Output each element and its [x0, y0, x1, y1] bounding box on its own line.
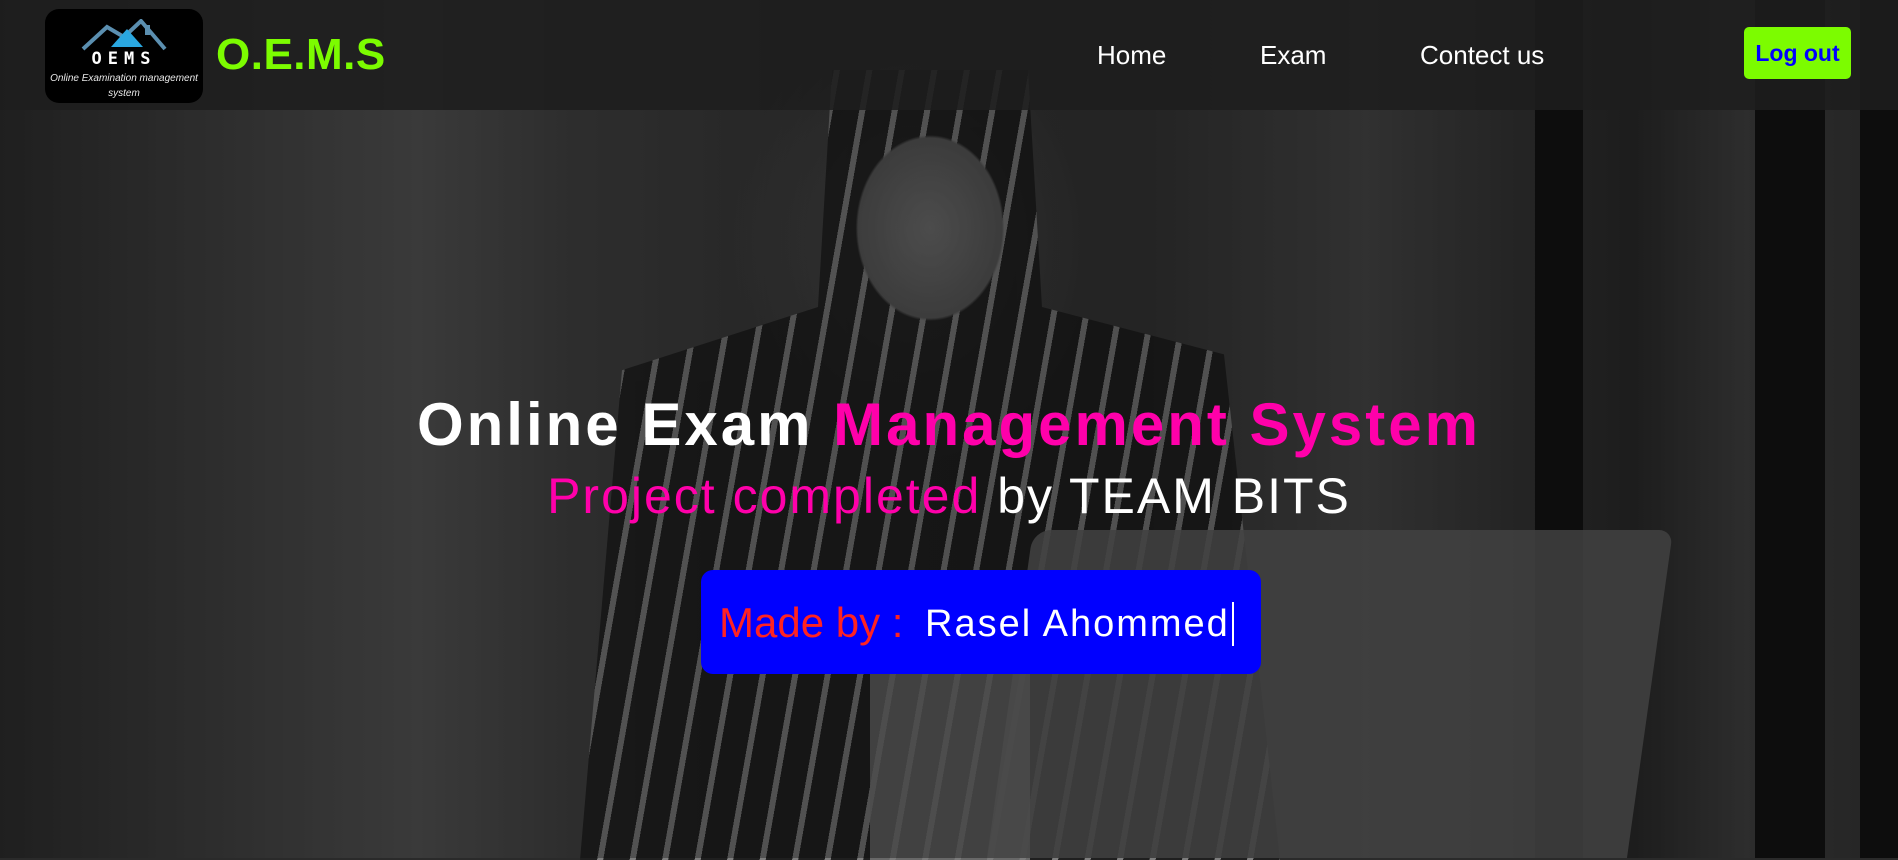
logo-abbreviation: OEMS	[91, 49, 157, 69]
hero-subtitle: Project completed by TEAM BITS	[0, 468, 1898, 524]
nav-exam-link[interactable]: Exam	[1260, 40, 1326, 70]
nav-home-link[interactable]: Home	[1097, 40, 1166, 70]
logo-subtitle: Online Examination management system	[50, 73, 198, 99]
hero-subtitle-part2: by TEAM BITS	[997, 468, 1351, 524]
hero-subtitle-part1: Project completed	[547, 468, 982, 524]
nav-contact-link[interactable]: Contect us	[1420, 40, 1544, 70]
made-by-label: Made by :	[719, 599, 904, 646]
hero-title: Online Exam Management System	[0, 390, 1898, 460]
hero-title-part2: Management System	[833, 391, 1481, 459]
top-navbar: OEMS Online Examination management syste…	[0, 0, 1898, 110]
made-by-name: Rasel Ahommed	[925, 602, 1234, 646]
logout-button[interactable]: Log out	[1744, 27, 1851, 79]
hero-title-part1: Online Exam	[416, 391, 814, 459]
made-by-box: Made by : Rasel Ahommed	[701, 570, 1261, 674]
site-logo[interactable]: OEMS Online Examination management syste…	[45, 9, 203, 103]
brand-title[interactable]: O.E.M.S	[216, 30, 386, 80]
